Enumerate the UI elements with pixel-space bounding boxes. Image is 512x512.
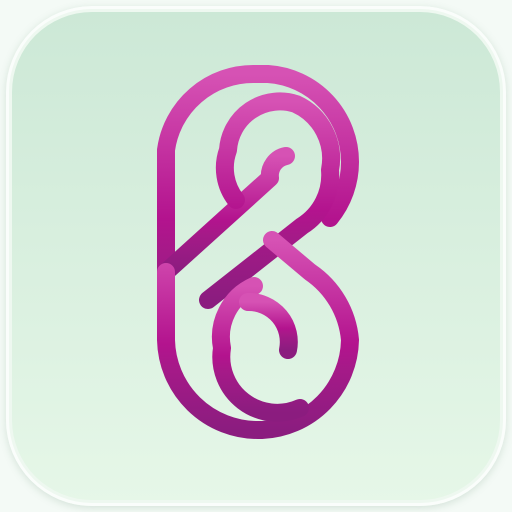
infinity-knot-logo-icon [157, 64, 360, 439]
app-icon-canvas [0, 0, 512, 512]
